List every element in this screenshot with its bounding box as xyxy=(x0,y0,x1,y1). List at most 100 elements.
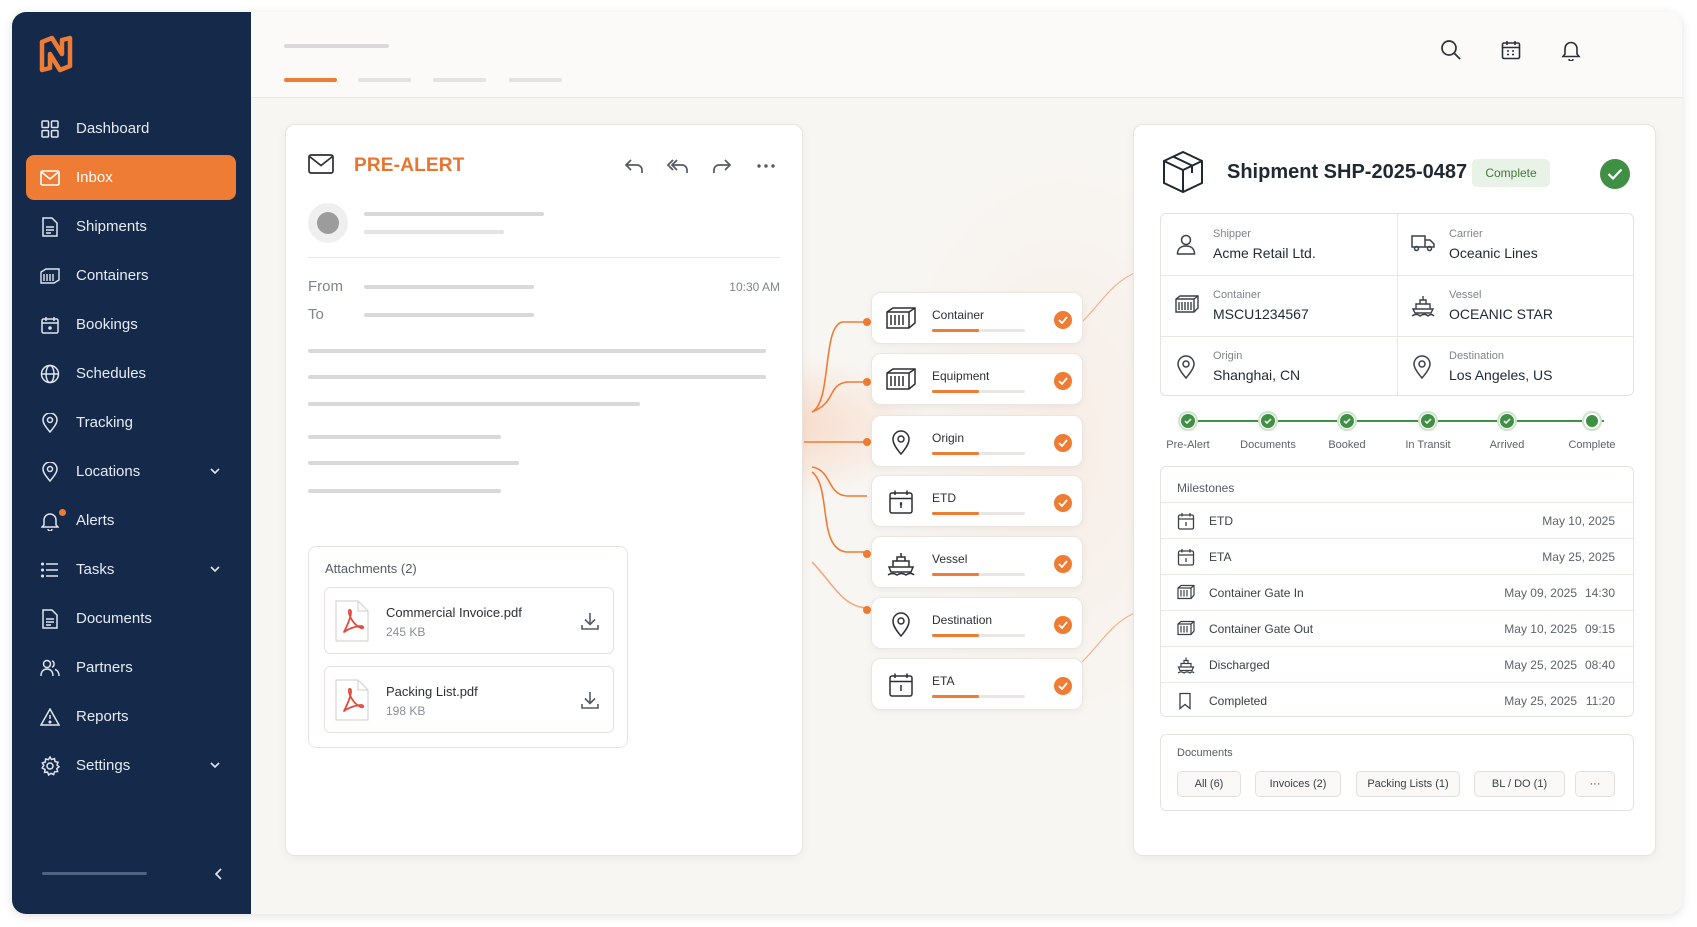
sender-email-placeholder xyxy=(364,230,504,234)
doc-filter-bl-do[interactable]: BL / DO (1) xyxy=(1474,771,1565,797)
sidebar-item-label: Shipments xyxy=(76,218,147,235)
globe-icon xyxy=(40,364,60,384)
forward-icon[interactable] xyxy=(708,153,736,179)
bell-icon xyxy=(40,511,60,531)
calendar-icon xyxy=(1177,512,1195,530)
detail-label: Shipper xyxy=(1213,228,1251,240)
detail-shipper: Shipper Acme Retail Ltd. xyxy=(1161,214,1397,275)
detail-value: Oceanic Lines xyxy=(1449,245,1538,261)
sidebar-item-label: Alerts xyxy=(76,512,115,529)
detail-origin: Origin Shanghai, CN xyxy=(1161,336,1397,397)
milestone-time: 11:20 xyxy=(1585,694,1615,708)
step-check-icon xyxy=(1337,411,1357,431)
check-icon xyxy=(1054,616,1072,634)
milestone-time: 14:30 xyxy=(1584,586,1615,600)
extracted-field-origin[interactable]: Origin xyxy=(871,415,1083,467)
attachment-size: 198 KB xyxy=(386,704,426,718)
sidebar-item-containers[interactable]: Containers xyxy=(26,253,236,298)
sidebar-item-locations[interactable]: Locations xyxy=(26,449,236,494)
sidebar-item-schedules[interactable]: Schedules xyxy=(26,351,236,396)
calendar-icon xyxy=(40,315,60,335)
gear-icon xyxy=(40,755,60,776)
location-icon xyxy=(40,461,60,482)
tab[interactable] xyxy=(509,78,562,82)
sidebar-item-tracking[interactable]: Tracking xyxy=(26,400,236,445)
sidebar-item-label: Reports xyxy=(76,708,129,725)
calendar-icon[interactable] xyxy=(1497,36,1525,64)
field-label: Destination xyxy=(932,613,993,627)
collapse-sidebar-button[interactable] xyxy=(209,864,229,884)
search-icon[interactable] xyxy=(1437,36,1465,64)
doc-filter-more[interactable]: ··· xyxy=(1575,771,1615,797)
step-check-icon xyxy=(1178,411,1198,431)
doc-filter-all[interactable]: All (6) xyxy=(1177,771,1241,797)
milestone-date: May 25, 2025 xyxy=(1504,694,1577,708)
doc-filter-packing-lists[interactable]: Packing Lists (1) xyxy=(1356,771,1460,797)
sidebar-item-dashboard[interactable]: Dashboard xyxy=(26,106,236,151)
sidebar-item-label: Documents xyxy=(76,610,152,627)
connector-dot xyxy=(863,606,871,614)
detail-value: OCEANIC STAR xyxy=(1449,306,1553,322)
mail-icon xyxy=(40,168,60,188)
detail-value: MSCU1234567 xyxy=(1213,306,1309,322)
body-line-placeholder xyxy=(308,489,501,493)
milestone-row: ETA May 25, 2025 xyxy=(1161,538,1633,574)
container-icon xyxy=(886,367,916,393)
reply-all-icon[interactable] xyxy=(664,153,692,179)
extracted-field-container[interactable]: Container xyxy=(871,292,1083,344)
from-value-placeholder xyxy=(364,285,534,289)
detail-label: Vessel xyxy=(1449,289,1482,301)
sidebar-item-alerts[interactable]: Alerts xyxy=(26,498,236,543)
warning-icon xyxy=(40,707,60,727)
bell-icon[interactable] xyxy=(1557,36,1585,64)
reply-icon[interactable] xyxy=(620,153,648,179)
check-icon xyxy=(1054,494,1072,512)
sidebar-item-shipments[interactable]: Shipments xyxy=(26,204,236,249)
sidebar-item-tasks[interactable]: Tasks xyxy=(26,547,236,592)
progress-line xyxy=(1188,420,1604,422)
extracted-field-destination[interactable]: Destination xyxy=(871,597,1083,649)
sidebar-item-reports[interactable]: Reports xyxy=(26,694,236,739)
attachment-item[interactable]: Commercial Invoice.pdf 245 KB xyxy=(324,587,614,654)
sidebar-item-label: Bookings xyxy=(76,316,138,333)
check-icon xyxy=(1054,555,1072,573)
doc-filter-invoices[interactable]: Invoices (2) xyxy=(1255,771,1341,797)
attachment-item[interactable]: Packing List.pdf 198 KB xyxy=(324,666,614,733)
detail-label: Container xyxy=(1213,289,1261,301)
documents-panel: Documents All (6) Invoices (2) Packing L… xyxy=(1160,734,1634,811)
grid-icon xyxy=(40,119,60,139)
more-icon[interactable] xyxy=(752,153,780,179)
sidebar-item-partners[interactable]: Partners xyxy=(26,645,236,690)
download-icon[interactable] xyxy=(579,610,601,632)
container-icon xyxy=(40,266,60,286)
milestone-name: Container Gate Out xyxy=(1209,622,1314,636)
extracted-field-vessel[interactable]: Vessel xyxy=(871,536,1083,588)
field-progress-bar xyxy=(932,573,1025,576)
container-icon xyxy=(1177,584,1195,602)
sidebar-item-label: Tasks xyxy=(76,561,115,578)
milestone-time: 08:40 xyxy=(1584,658,1615,672)
sidebar-item-inbox[interactable]: Inbox xyxy=(26,155,236,200)
extracted-field-equipment[interactable]: Equipment xyxy=(871,353,1083,405)
email-actions xyxy=(620,153,780,179)
milestone-row: Completed May 25, 2025 11:20 xyxy=(1161,682,1633,718)
bookmark-icon xyxy=(1177,692,1195,710)
sidebar-item-settings[interactable]: Settings xyxy=(26,743,236,788)
container-icon xyxy=(1175,294,1199,318)
sidebar-item-bookings[interactable]: Bookings xyxy=(26,302,236,347)
tab-active[interactable] xyxy=(284,78,337,82)
tab[interactable] xyxy=(358,78,411,82)
tab[interactable] xyxy=(433,78,486,82)
download-icon[interactable] xyxy=(579,689,601,711)
milestone-time: 09:15 xyxy=(1584,622,1615,636)
milestone-date: May 25, 2025 xyxy=(1504,658,1577,672)
connector-dot xyxy=(863,550,871,558)
attachments-panel: Attachments (2) Commercial Invoice.pdf 2… xyxy=(308,546,628,748)
sidebar-item-documents[interactable]: Documents xyxy=(26,596,236,641)
milestone-name: ETA xyxy=(1209,550,1232,564)
extracted-field-eta[interactable]: ETA xyxy=(871,658,1083,710)
field-progress-bar xyxy=(932,452,1025,455)
milestone-row: Container Gate In May 09, 2025 14:30 xyxy=(1161,574,1633,610)
attachment-name: Packing List.pdf xyxy=(386,684,478,699)
extracted-field-etd[interactable]: ETD xyxy=(871,475,1083,527)
